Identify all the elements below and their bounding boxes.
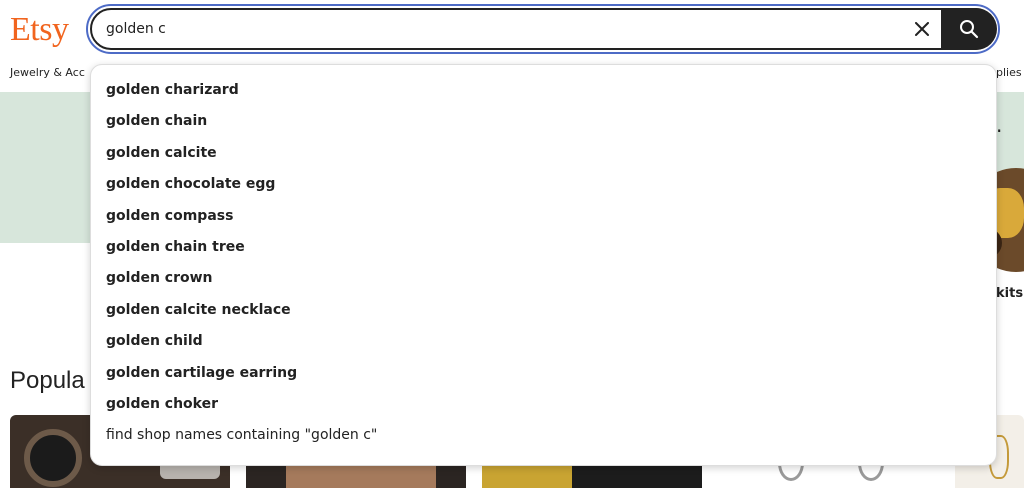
search-input[interactable] — [106, 15, 886, 43]
category-circle-label[interactable]: kits — [996, 286, 1023, 301]
close-icon — [915, 22, 929, 36]
suggestion-item[interactable]: golden chain tree — [91, 232, 996, 263]
product-image-detail — [24, 429, 82, 487]
suggestion-item[interactable]: golden compass — [91, 201, 996, 232]
suggestion-item[interactable]: golden calcite necklace — [91, 295, 996, 326]
clear-search-button[interactable] — [908, 14, 936, 44]
suggestion-list: golden charizard golden chain golden cal… — [91, 75, 996, 420]
section-title: Popula — [10, 367, 85, 394]
suggestion-item[interactable]: golden choker — [91, 389, 996, 420]
suggestion-item[interactable]: golden chocolate egg — [91, 169, 996, 200]
suggestion-item[interactable]: golden cartilage earring — [91, 358, 996, 389]
suggestion-item[interactable]: golden child — [91, 326, 996, 357]
category-nav-jewelry[interactable]: Jewelry & Acc — [10, 66, 85, 79]
suggestion-item[interactable]: golden charizard — [91, 75, 996, 106]
suggestion-item[interactable]: golden chain — [91, 106, 996, 137]
search-icon — [960, 20, 979, 39]
suggestion-item[interactable]: golden crown — [91, 263, 996, 294]
etsy-logo[interactable]: Etsy — [10, 8, 69, 52]
suggestion-item[interactable]: golden calcite — [91, 138, 996, 169]
shop-name-search-link[interactable]: find shop names containing "golden c" — [106, 427, 377, 443]
search-submit-button[interactable] — [941, 8, 997, 50]
category-nav-supplies[interactable]: plies — [996, 66, 1022, 79]
search-suggestions-dropdown: golden charizard golden chain golden cal… — [90, 64, 997, 466]
